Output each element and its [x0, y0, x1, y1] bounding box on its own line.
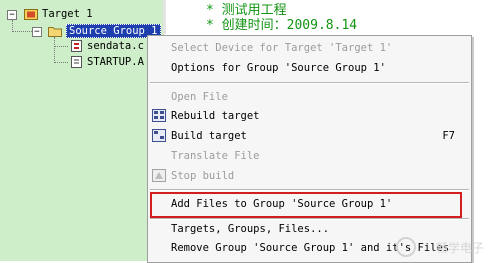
menu-separator: [150, 189, 469, 191]
project-tree: − Target 1 − Source Group 1 sendata.c ST…: [0, 0, 164, 261]
menu-separator: [150, 82, 469, 84]
rebuild-icon: [152, 109, 166, 122]
group-expander[interactable]: −: [32, 27, 42, 37]
tree-connector: [54, 62, 68, 63]
tree-connector: [54, 46, 68, 47]
menu-item-stop-build[interactable]: Stop build: [171, 167, 234, 185]
menu-item-open-file[interactable]: Open File: [171, 88, 228, 106]
menu-item-rebuild-target[interactable]: Rebuild target: [171, 107, 260, 125]
c-file-icon: [71, 40, 82, 52]
menu-item-translate-file[interactable]: Translate File: [171, 147, 260, 165]
code-line: * 测试用工程: [206, 3, 287, 18]
target-folder-icon: [24, 9, 38, 20]
tree-item-file-startup[interactable]: STARTUP.A: [87, 54, 144, 70]
menu-item-targets-groups-files[interactable]: Targets, Groups, Files...: [171, 220, 329, 238]
watermark: 畅学电子: [435, 241, 484, 255]
tree-connector: [12, 31, 32, 32]
menu-item-select-device[interactable]: Select Device for Target 'Target 1': [171, 39, 392, 57]
tree-item-file-sendata[interactable]: sendata.c: [87, 38, 144, 54]
asm-file-icon: [71, 56, 82, 68]
code-editor[interactable]: * 测试用工程 * 创建时间：2009.8.14: [163, 0, 496, 34]
tree-connector: [54, 37, 55, 63]
watermark-logo-icon: [396, 237, 416, 257]
menu-item-add-files-to-group[interactable]: Add Files to Group 'Source Group 1': [171, 195, 392, 213]
menu-item-options-for-group[interactable]: Options for Group 'Source Group 1': [171, 59, 386, 77]
stop-build-icon: [152, 169, 166, 182]
target-expander[interactable]: −: [7, 10, 17, 20]
tree-item-target[interactable]: Target 1: [42, 6, 93, 22]
group-folder-icon: [48, 27, 62, 37]
menu-item-build-target[interactable]: Build target: [171, 127, 247, 145]
build-icon: [152, 129, 166, 142]
code-line: * 创建时间：2009.8.14: [206, 18, 358, 33]
build-target-shortcut: F7: [442, 130, 455, 142]
context-menu: Select Device for Target 'Target 1' Opti…: [147, 35, 472, 263]
